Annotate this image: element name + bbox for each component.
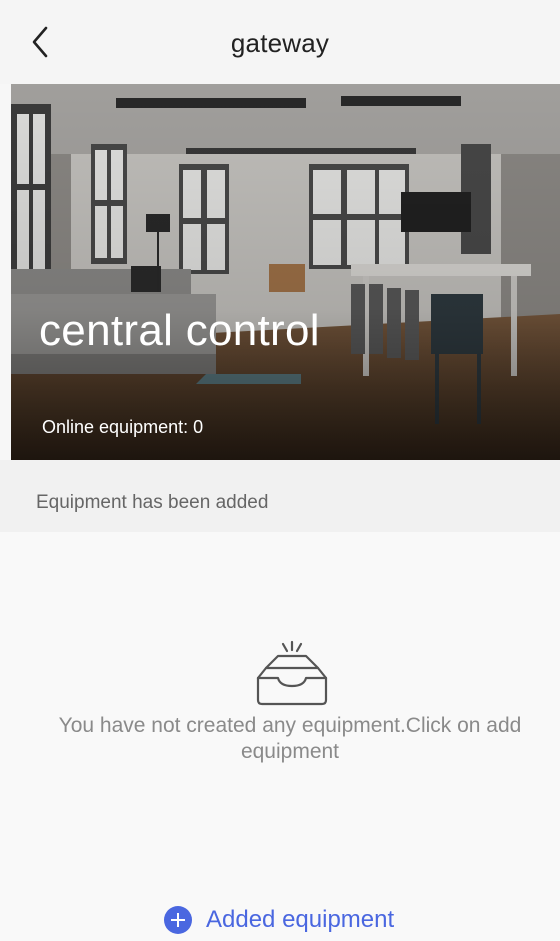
room-photo (11, 84, 560, 460)
room-banner[interactable]: central control Online equipment: 0 (11, 84, 560, 460)
online-equipment-count: Online equipment: 0 (42, 417, 204, 437)
section-header: Equipment has been added (0, 460, 560, 532)
plus-circle-icon (164, 906, 192, 934)
app-screen: gateway central control Online equipment… (0, 0, 560, 941)
section-label: Equipment has been added (36, 492, 269, 513)
add-equipment-label: Added equipment (206, 906, 395, 933)
page-title: gateway (230, 28, 330, 58)
add-equipment-button[interactable]: Added equipment (164, 902, 394, 938)
empty-inbox-icon (252, 638, 332, 715)
empty-state-message: You have not created any equipment.Click… (58, 714, 522, 763)
top-bar: gateway (0, 0, 560, 84)
room-title: central control (39, 306, 320, 355)
